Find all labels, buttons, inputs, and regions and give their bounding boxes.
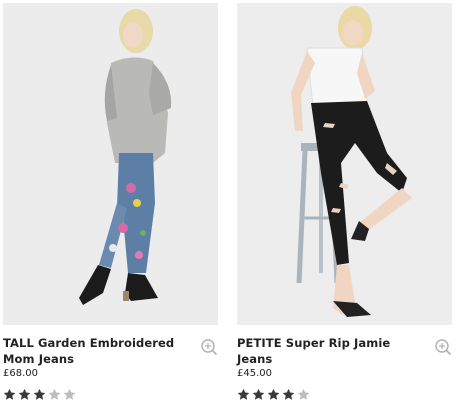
- star-filled-icon: [267, 388, 280, 400]
- product-price: £68.00: [3, 368, 38, 379]
- product-price: £45.00: [237, 368, 272, 379]
- star-empty-icon: [297, 388, 310, 400]
- star-filled-icon: [282, 388, 295, 400]
- star-empty-icon: [63, 388, 76, 400]
- product-title[interactable]: TALL Garden Embroidered Mom Jeans: [3, 335, 188, 367]
- quick-view-zoom-icon[interactable]: [434, 338, 452, 356]
- product-card[interactable]: TALL Garden Embroidered Mom Jeans £68.00: [3, 3, 218, 405]
- star-filled-icon: [3, 388, 16, 400]
- product-image[interactable]: [3, 3, 218, 325]
- product-title[interactable]: PETITE Super Rip Jamie Jeans: [237, 335, 422, 367]
- star-filled-icon: [18, 388, 31, 400]
- product-card[interactable]: PETITE Super Rip Jamie Jeans £45.00: [237, 3, 452, 405]
- star-filled-icon: [237, 388, 250, 400]
- star-rating: [3, 388, 76, 401]
- model-photo-garden-jeans: [3, 3, 218, 325]
- star-rating: [237, 388, 310, 401]
- star-filled-icon: [33, 388, 46, 400]
- model-photo-rip-jeans: [237, 3, 452, 325]
- quick-view-zoom-icon[interactable]: [200, 338, 218, 356]
- star-filled-icon: [252, 388, 265, 400]
- star-empty-icon: [48, 388, 61, 400]
- product-image[interactable]: [237, 3, 452, 325]
